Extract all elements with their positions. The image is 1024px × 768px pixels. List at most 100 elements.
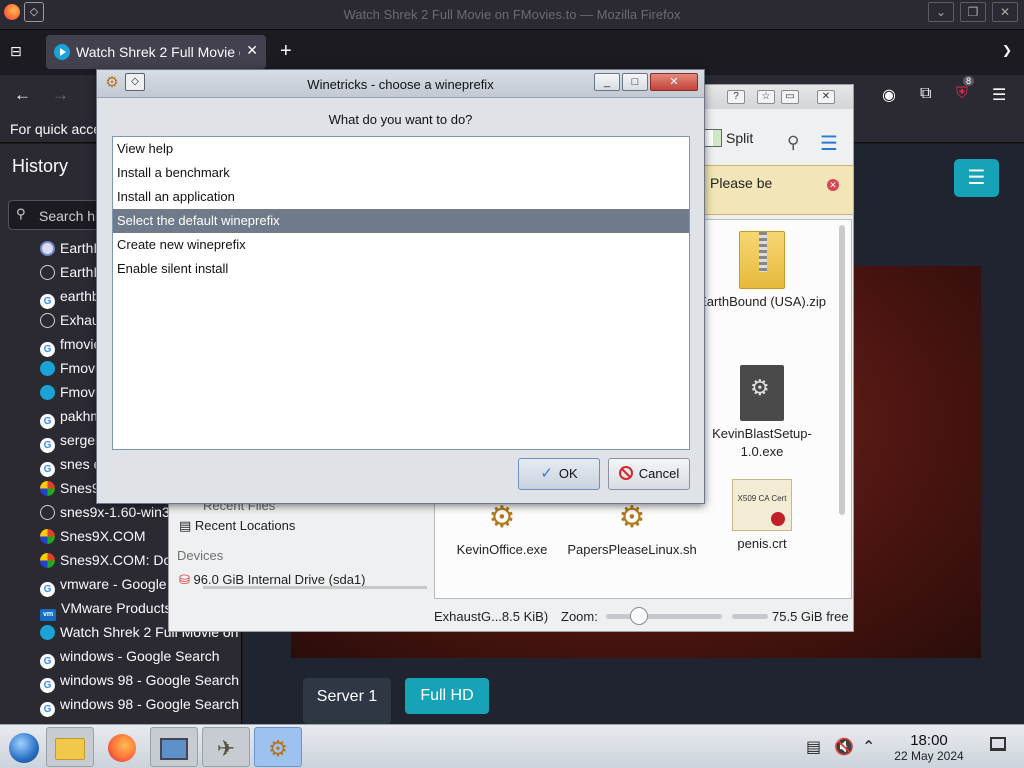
new-tab-button[interactable]: + bbox=[280, 40, 292, 63]
vm-favicon-icon: vm bbox=[40, 609, 56, 621]
zoom-label: Zoom: bbox=[561, 609, 598, 624]
fm-scrollbar[interactable] bbox=[839, 225, 845, 515]
dialog-maximize-button[interactable]: □ bbox=[622, 73, 648, 91]
dialog-close-button[interactable]: ✕ bbox=[650, 73, 698, 91]
dialog-minimize-button[interactable]: _ bbox=[594, 73, 620, 91]
file-item[interactable]: ⚙ KevinOffice.exe bbox=[437, 503, 567, 559]
file-item[interactable]: EarthBound (USA).zip bbox=[697, 231, 827, 311]
tab-title: Watch Shrek 2 Full Movie on FMovies.to bbox=[76, 44, 240, 60]
back-icon[interactable]: ← bbox=[14, 85, 31, 105]
clock[interactable]: 18:00 22 May 2024 bbox=[888, 732, 970, 763]
taskbar-file-manager[interactable] bbox=[46, 727, 94, 767]
winetricks-icon: ⚙ bbox=[268, 736, 288, 762]
site-menu-button[interactable]: ☰ bbox=[954, 159, 999, 197]
server-button[interactable]: Server 1 bbox=[303, 678, 391, 724]
history-item-label: Snes9X.COM bbox=[60, 528, 146, 544]
wine-gear-icon: ⚙ bbox=[488, 501, 516, 534]
notice-close-icon[interactable]: ✕ bbox=[827, 179, 839, 191]
tab-active[interactable]: Watch Shrek 2 Full Movie on FMovies.to ✕ bbox=[46, 35, 266, 69]
option-install-benchmark[interactable]: Install a benchmark bbox=[113, 161, 689, 185]
dialog-titlebar[interactable]: ⚙ ◇ Winetricks - choose a wineprefix _ □… bbox=[97, 70, 704, 98]
taskbar-winetricks[interactable]: ⚙ bbox=[254, 727, 302, 767]
sidebar-header[interactable]: History bbox=[12, 156, 915, 178]
fm-hamburger-icon[interactable]: ☰ bbox=[820, 131, 838, 156]
forward-icon[interactable]: → bbox=[52, 85, 69, 105]
file-item[interactable]: ⚙ PapersPleaseLinux.sh bbox=[567, 503, 697, 559]
cancel-icon bbox=[618, 466, 633, 480]
history-item[interactable]: Gwindows 98 - Google Search bbox=[40, 696, 240, 720]
option-view-help[interactable]: View help bbox=[113, 137, 689, 161]
dialog-prompt: What do you want to do? bbox=[328, 112, 473, 127]
app-menu-icon[interactable]: ☰ bbox=[992, 85, 1006, 105]
option-select-default-wineprefix[interactable]: Select the default wineprefix bbox=[113, 209, 689, 233]
status-bar: ExhaustG...8.5 KiB) Zoom: 75.5 GiB free bbox=[434, 607, 854, 629]
option-enable-silent-install[interactable]: Enable silent install bbox=[113, 257, 689, 281]
split-label: Split bbox=[726, 130, 754, 146]
snes-favicon-icon bbox=[40, 529, 55, 544]
history-item-label: windows 98 - Google Search bbox=[60, 672, 239, 688]
tab-close-icon[interactable]: ✕ bbox=[246, 42, 258, 59]
history-item[interactable]: Gwindows - Google Search bbox=[40, 648, 240, 672]
split-button[interactable]: Split bbox=[704, 129, 753, 157]
taskbar-gimp[interactable]: ✈ bbox=[202, 727, 250, 767]
g-favicon-icon: G bbox=[40, 582, 55, 597]
taskbar: ✈ ⚙ ▤ 🔇 ⌃ 18:00 22 May 2024 bbox=[0, 724, 1024, 768]
file-item[interactable]: KevinBlastSetup-1.0.exe bbox=[697, 365, 827, 461]
checkmark-icon: ✓ bbox=[540, 465, 553, 482]
play-favicon-icon bbox=[40, 385, 55, 400]
taskbar-system-settings[interactable] bbox=[150, 727, 198, 767]
fm-pin-icon[interactable]: ☆ bbox=[757, 90, 775, 104]
g-favicon-icon: G bbox=[40, 294, 55, 309]
globe-favicon-icon bbox=[40, 313, 55, 328]
snes-favicon-icon bbox=[40, 553, 55, 568]
start-button[interactable] bbox=[0, 727, 48, 767]
taskbar-firefox[interactable] bbox=[98, 727, 146, 767]
drive-label: 96.0 GiB Internal Drive (sda1) bbox=[193, 572, 366, 587]
history-item-label: VMware Products bbox=[61, 600, 172, 616]
start-orb-icon bbox=[9, 733, 39, 764]
sidebar-title: History bbox=[12, 156, 69, 176]
file-item[interactable]: X509 CA Cert penis.crt bbox=[697, 479, 827, 553]
account-icon[interactable]: ◉ bbox=[882, 85, 896, 105]
fm-search-icon[interactable]: ⚲ bbox=[787, 133, 799, 153]
play-favicon-icon bbox=[40, 625, 55, 640]
option-create-new-wineprefix[interactable]: Create new wineprefix bbox=[113, 233, 689, 257]
split-icon bbox=[704, 129, 722, 147]
gimp-icon: ✈ bbox=[216, 736, 236, 762]
clipboard-icon[interactable]: ▤ bbox=[806, 737, 821, 757]
minimize-button[interactable]: ⌄ bbox=[928, 2, 954, 22]
recent-locations-item[interactable]: ▤ Recent Locations bbox=[179, 518, 295, 534]
g-favicon-icon: G bbox=[40, 438, 55, 453]
ok-button[interactable]: ✓ OK bbox=[518, 458, 600, 490]
search-icon: ⚲ bbox=[16, 206, 26, 221]
notice-text: Please be bbox=[710, 175, 773, 191]
tray-expand-icon[interactable]: ⌃ bbox=[862, 737, 875, 757]
ublock-icon[interactable]: ⛨ 8 bbox=[956, 76, 975, 103]
volume-muted-icon[interactable]: 🔇 bbox=[834, 737, 854, 757]
show-desktop-icon[interactable] bbox=[990, 737, 1006, 751]
close-window-button[interactable]: ✕ bbox=[992, 2, 1018, 22]
ok-label: OK bbox=[558, 466, 578, 481]
file-name: KevinBlastSetup-1.0.exe bbox=[712, 426, 812, 459]
fm-close-icon[interactable]: ✕ bbox=[817, 90, 835, 104]
maximize-button[interactable]: ❐ bbox=[960, 2, 986, 22]
g-favicon-icon: G bbox=[40, 678, 55, 693]
option-install-application[interactable]: Install an application bbox=[113, 185, 689, 209]
list-all-tabs-icon[interactable]: ❯ bbox=[1002, 43, 1012, 57]
full-hd-button[interactable]: Full HD bbox=[405, 678, 489, 714]
firefox-view-icon[interactable]: ⊟ bbox=[10, 43, 30, 63]
fm-minimize-icon[interactable]: ▭ bbox=[781, 90, 799, 104]
clock-date: 22 May 2024 bbox=[894, 749, 964, 763]
g-favicon-icon: G bbox=[40, 342, 55, 357]
extensions-icon[interactable]: ⧉ bbox=[920, 85, 931, 103]
recent-locations-icon: ▤ bbox=[179, 518, 195, 533]
history-item-label: snes9x-1.60-win32 bbox=[60, 504, 178, 520]
zoom-slider[interactable] bbox=[606, 614, 722, 619]
history-item[interactable]: Gwindows 98 - Google Search bbox=[40, 672, 240, 696]
free-space: 75.5 GiB free bbox=[772, 609, 849, 624]
fm-help-icon[interactable]: ? bbox=[727, 90, 745, 104]
firefox-icon bbox=[108, 734, 136, 763]
zoom-slider-handle[interactable] bbox=[630, 607, 648, 625]
cancel-button[interactable]: Cancel bbox=[608, 458, 690, 490]
options-list[interactable]: View help Install a benchmark Install an… bbox=[112, 136, 690, 450]
